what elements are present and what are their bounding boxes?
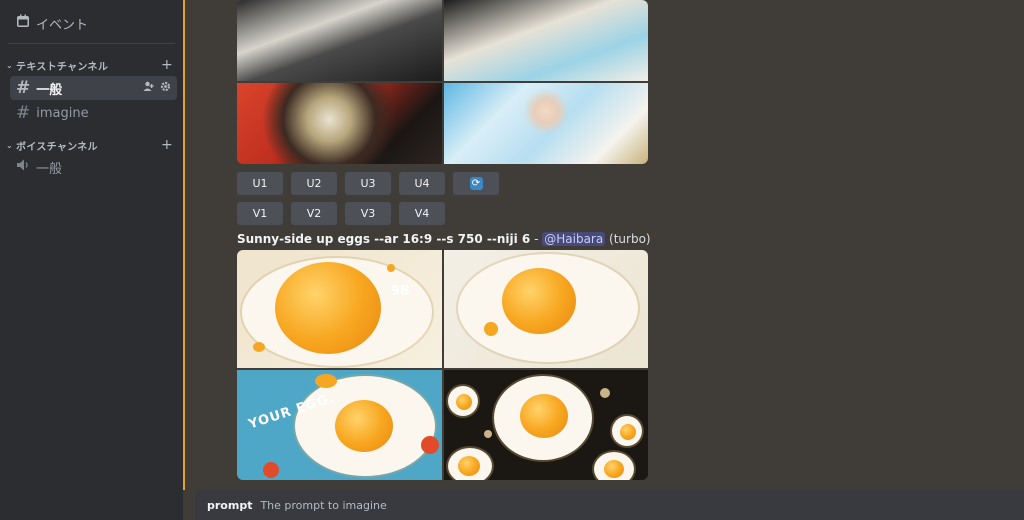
job-mode: (turbo) xyxy=(609,232,651,246)
image-grid-eggs[interactable]: 9B YOUR EGG. xyxy=(237,250,648,480)
channel-item-general[interactable]: # 一般 xyxy=(10,76,177,100)
tile-logo-text: 9B xyxy=(391,284,410,299)
chevron-down-icon: ⌄ xyxy=(6,140,14,150)
variation-button-1[interactable]: V1 xyxy=(237,202,283,225)
job-prompt-line: Sunny-side up eggs --ar 16:9 --s 750 --n… xyxy=(237,232,651,246)
option-name: prompt xyxy=(207,498,253,512)
channel-label: 一般 xyxy=(36,82,63,98)
upscale-button-row: U1 U2 U3 U4 ⟳ xyxy=(237,172,499,195)
add-channel-icon[interactable]: + xyxy=(161,57,173,73)
upscale-button-4[interactable]: U4 xyxy=(399,172,445,195)
variation-button-row: V1 V2 V3 V4 xyxy=(237,202,445,225)
settings-gear-icon[interactable] xyxy=(160,81,171,95)
variation-button-3[interactable]: V3 xyxy=(345,202,391,225)
prompt-separator: - xyxy=(534,232,539,246)
grid-image-4[interactable] xyxy=(443,370,648,480)
image-grid-anime[interactable] xyxy=(237,0,648,164)
channel-item-voice-general[interactable]: 一般 xyxy=(10,155,177,179)
hashtag-icon: # xyxy=(16,78,31,98)
upscale-button-2[interactable]: U2 xyxy=(291,172,337,195)
grid-image-1[interactable] xyxy=(237,0,442,81)
mention-highlight-bar xyxy=(183,0,185,490)
hashtag-icon: # xyxy=(16,103,31,123)
calendar-icon xyxy=(16,14,30,32)
sidebar-divider xyxy=(8,43,175,44)
category-label: ボイスチャンネル xyxy=(16,141,98,153)
channel-label: 一般 xyxy=(36,161,63,177)
category-label: テキストチャンネル xyxy=(16,61,109,73)
grid-image-3[interactable]: YOUR EGG. xyxy=(237,370,442,480)
grid-image-2[interactable] xyxy=(443,0,648,81)
variation-button-4[interactable]: V4 xyxy=(399,202,445,225)
add-channel-icon[interactable]: + xyxy=(161,137,173,153)
grid-image-4[interactable] xyxy=(443,83,648,164)
category-voice-channels[interactable]: ⌄ ボイスチャンネル + xyxy=(6,137,173,153)
channel-item-imagine[interactable]: # imagine xyxy=(10,101,177,125)
reroll-button[interactable]: ⟳ xyxy=(453,172,499,195)
grid-image-1[interactable]: 9B xyxy=(237,250,442,368)
command-input-bar[interactable]: prompt The prompt to imagine xyxy=(195,490,1024,520)
category-text-channels[interactable]: ⌄ テキストチャンネル + xyxy=(6,57,173,73)
variation-button-2[interactable]: V2 xyxy=(291,202,337,225)
message-area: U1 U2 U3 U4 ⟳ V1 V2 V3 V4 Sunny-side up … xyxy=(183,0,1024,520)
chevron-down-icon: ⌄ xyxy=(6,60,14,70)
events-label: イベント xyxy=(36,17,89,33)
user-mention[interactable]: @Haibara xyxy=(542,232,606,246)
upscale-button-1[interactable]: U1 xyxy=(237,172,283,195)
reroll-icon: ⟳ xyxy=(469,177,483,190)
grid-image-3[interactable] xyxy=(237,83,442,164)
speaker-icon xyxy=(16,157,30,177)
prompt-text: Sunny-side up eggs --ar 16:9 --s 750 --n… xyxy=(237,232,531,246)
invite-member-icon[interactable] xyxy=(143,81,154,95)
option-description: The prompt to imagine xyxy=(260,498,387,512)
channel-label: imagine xyxy=(36,105,89,121)
channel-sidebar: イベント ⌄ テキストチャンネル + # 一般 # imagine ⌄ ボイスチ… xyxy=(0,0,183,520)
events-link[interactable]: イベント xyxy=(16,12,183,34)
upscale-button-3[interactable]: U3 xyxy=(345,172,391,195)
grid-image-2[interactable] xyxy=(443,250,648,368)
